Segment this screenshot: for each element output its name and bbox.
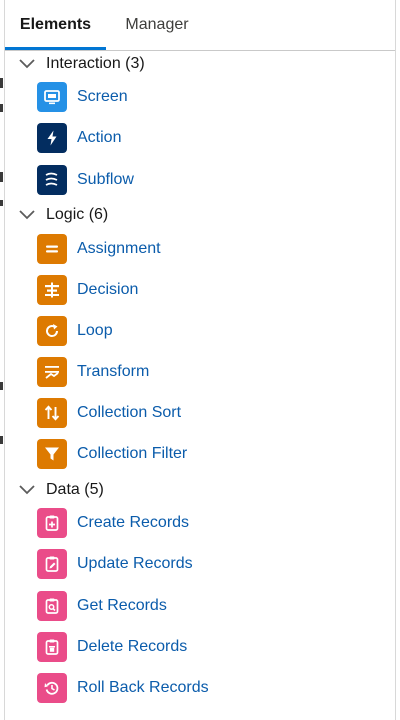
item-label: Get Records — [77, 597, 167, 614]
tab-manager[interactable]: Manager — [106, 0, 204, 50]
element-item-collection-filter[interactable]: Collection Filter — [37, 437, 187, 471]
element-item-transform[interactable]: Transform — [37, 355, 149, 389]
get-records-icon — [37, 591, 67, 621]
element-item-assignment[interactable]: Assignment — [37, 232, 161, 266]
section-header-logic[interactable]: Logic (6) — [17, 203, 108, 227]
section-label: Logic (6) — [46, 206, 109, 223]
rollback-icon — [37, 673, 67, 703]
section-label: Interaction (3) — [46, 55, 145, 72]
element-item-action[interactable]: Action — [37, 121, 121, 155]
chevron-down-icon — [17, 205, 37, 225]
tab-bar: Elements Manager — [5, 0, 395, 51]
item-label: Create Records — [77, 514, 190, 531]
equals-icon — [37, 234, 67, 264]
element-item-get-records[interactable]: Get Records — [37, 589, 167, 623]
element-item-loop[interactable]: Loop — [37, 314, 113, 348]
element-item-roll-back-records[interactable]: Roll Back Records — [37, 671, 209, 705]
item-label: Collection Sort — [77, 404, 182, 421]
item-label: Action — [77, 129, 122, 146]
loop-icon — [37, 316, 67, 346]
sort-icon — [37, 398, 67, 428]
elements-panel: Elements Manager Interaction (3) Screen … — [4, 0, 396, 720]
delete-records-icon — [37, 632, 67, 662]
transform-icon — [37, 357, 67, 387]
chevron-down-icon — [17, 54, 37, 74]
item-label: Assignment — [77, 240, 161, 257]
section-header-data[interactable]: Data (5) — [17, 478, 104, 502]
lightning-icon — [37, 123, 67, 153]
create-records-icon — [37, 508, 67, 538]
filter-icon — [37, 439, 67, 469]
item-label: Subflow — [77, 171, 134, 188]
element-item-delete-records[interactable]: Delete Records — [37, 630, 187, 664]
update-records-icon — [37, 549, 67, 579]
section-label: Data (5) — [46, 481, 104, 498]
item-label: Loop — [77, 322, 113, 339]
element-item-collection-sort[interactable]: Collection Sort — [37, 396, 181, 430]
decision-icon — [37, 275, 67, 305]
element-item-screen[interactable]: Screen — [37, 80, 128, 114]
element-item-decision[interactable]: Decision — [37, 273, 138, 307]
item-label: Decision — [77, 281, 139, 298]
item-label: Transform — [77, 363, 150, 380]
tab-elements[interactable]: Elements — [5, 0, 106, 50]
item-label: Roll Back Records — [77, 679, 209, 696]
screen-icon — [37, 82, 67, 112]
element-item-create-records[interactable]: Create Records — [37, 506, 189, 540]
item-label: Collection Filter — [77, 445, 188, 462]
chevron-down-icon — [17, 480, 37, 500]
item-label: Delete Records — [77, 638, 188, 655]
item-label: Screen — [77, 88, 128, 105]
section-header-interaction[interactable]: Interaction (3) — [17, 52, 145, 76]
subflow-icon — [37, 165, 67, 195]
item-label: Update Records — [77, 555, 193, 572]
element-item-update-records[interactable]: Update Records — [37, 547, 193, 581]
element-item-subflow[interactable]: Subflow — [37, 163, 134, 197]
